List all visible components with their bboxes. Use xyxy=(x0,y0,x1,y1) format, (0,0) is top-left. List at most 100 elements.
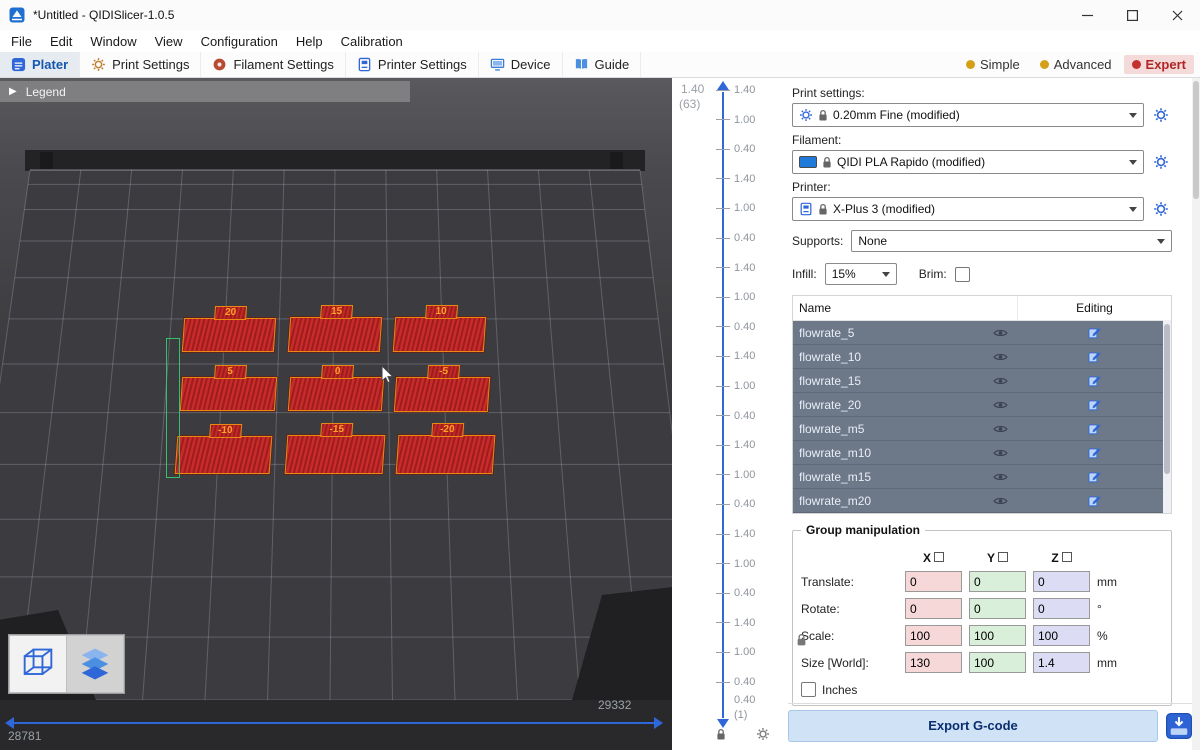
mode-label: Simple xyxy=(980,57,1020,72)
tab-guide[interactable]: Guide xyxy=(563,52,642,77)
manip-translate-x-input[interactable] xyxy=(905,571,962,592)
layer-tick: 1.00 xyxy=(716,470,755,480)
sidebar-scrollbar[interactable] xyxy=(1192,78,1200,750)
minimize-button[interactable] xyxy=(1065,0,1110,30)
maximize-button[interactable] xyxy=(1110,0,1155,30)
print-object[interactable]: 15 xyxy=(288,317,382,352)
legend-label: Legend xyxy=(26,85,66,99)
edit-icon[interactable] xyxy=(1017,350,1171,363)
object-row[interactable]: flowrate_10 xyxy=(793,345,1171,369)
slider-right-arrow-icon[interactable] xyxy=(654,717,663,729)
view-3d-button[interactable] xyxy=(10,636,66,692)
print-object[interactable]: -5 xyxy=(394,377,490,412)
eye-icon[interactable] xyxy=(983,352,1017,362)
slider-left-arrow-icon[interactable] xyxy=(5,717,14,729)
legend-bar[interactable]: ▶ Legend xyxy=(0,81,410,102)
menu-item-file[interactable]: File xyxy=(2,34,41,49)
mode-expert[interactable]: Expert xyxy=(1124,55,1194,74)
manip-rotate-y-input[interactable] xyxy=(969,598,1026,619)
print-object[interactable]: 20 xyxy=(182,318,276,352)
manip-rotate-z-input[interactable] xyxy=(1033,598,1090,619)
axis-z-header: Z xyxy=(1033,551,1090,565)
layer-slider-down-arrow-icon[interactable] xyxy=(717,719,729,728)
manip-rotate-x-input[interactable] xyxy=(905,598,962,619)
print-object[interactable]: -15 xyxy=(285,435,386,474)
tab-print-settings[interactable]: Print Settings xyxy=(80,52,201,77)
layers-view-button[interactable] xyxy=(67,636,123,692)
infill-combo[interactable]: 15% xyxy=(825,263,897,285)
edit-icon[interactable] xyxy=(1017,470,1171,483)
printer-gear-button[interactable] xyxy=(1150,201,1172,217)
print-object[interactable]: 0 xyxy=(288,377,384,411)
object-row[interactable]: flowrate_m15 xyxy=(793,465,1171,489)
object-row[interactable]: flowrate_m5 xyxy=(793,417,1171,441)
object-row[interactable]: flowrate_20 xyxy=(793,393,1171,417)
slider-settings-gear-icon[interactable] xyxy=(756,727,770,741)
export-gcode-button[interactable]: Export G-code xyxy=(788,710,1158,742)
filament-gear-button[interactable] xyxy=(1150,154,1172,170)
object-label: 10 xyxy=(425,305,458,319)
menu-item-calibration[interactable]: Calibration xyxy=(332,34,412,49)
tab-printer-settings[interactable]: Printer Settings xyxy=(346,52,479,77)
manip-scale-z-input[interactable] xyxy=(1033,625,1090,646)
manip-size-world-y-input[interactable] xyxy=(969,652,1026,673)
object-list: Name Editing flowrate_5 flowrate_10 flow… xyxy=(792,295,1172,514)
edit-icon[interactable] xyxy=(1017,326,1171,339)
menu-item-configuration[interactable]: Configuration xyxy=(192,34,287,49)
manip-scale-x-input[interactable] xyxy=(905,625,962,646)
object-row[interactable]: flowrate_m20 xyxy=(793,489,1171,513)
edit-icon[interactable] xyxy=(1017,446,1171,459)
viewport-3d[interactable]: 20151050-5-10-15-20 ▶ Legend 29332 28781 xyxy=(0,78,672,750)
tab-device[interactable]: Device xyxy=(479,52,563,77)
axis-x-icon xyxy=(934,552,944,562)
print-object[interactable]: -20 xyxy=(396,435,496,474)
edit-icon[interactable] xyxy=(1017,494,1171,507)
print-settings-gear-button[interactable] xyxy=(1150,107,1172,123)
filament-combo[interactable]: QIDI PLA Rapido (modified) xyxy=(792,150,1144,174)
tab-plater[interactable]: Plater xyxy=(0,52,80,77)
manip-scale-y-input[interactable] xyxy=(969,625,1026,646)
eye-icon[interactable] xyxy=(983,448,1017,458)
eye-icon[interactable] xyxy=(983,328,1017,338)
brim-checkbox[interactable] xyxy=(955,267,970,282)
menu-item-edit[interactable]: Edit xyxy=(41,34,81,49)
supports-combo[interactable]: None xyxy=(851,230,1172,252)
menu-item-view[interactable]: View xyxy=(146,34,192,49)
manip-unit-translate: mm xyxy=(1097,575,1123,589)
printer-combo[interactable]: X-Plus 3 (modified) xyxy=(792,197,1144,221)
slider-lock-icon[interactable] xyxy=(716,728,726,741)
horizontal-slider[interactable] xyxy=(14,722,654,724)
send-to-printer-button[interactable] xyxy=(1166,713,1192,739)
object-list-scrollbar[interactable] xyxy=(1163,320,1171,513)
menu-item-help[interactable]: Help xyxy=(287,34,332,49)
manip-translate-z-input[interactable] xyxy=(1033,571,1090,592)
edit-icon[interactable] xyxy=(1017,422,1171,435)
object-row[interactable]: flowrate_5 xyxy=(793,321,1171,345)
eye-icon[interactable] xyxy=(983,376,1017,386)
object-row[interactable]: flowrate_m10 xyxy=(793,441,1171,465)
print-object[interactable]: 10 xyxy=(393,317,486,352)
edit-icon[interactable] xyxy=(1017,374,1171,387)
object-row[interactable]: flowrate_15 xyxy=(793,369,1171,393)
eye-icon[interactable] xyxy=(983,424,1017,434)
close-button[interactable] xyxy=(1155,0,1200,30)
mode-simple[interactable]: Simple xyxy=(958,55,1028,74)
manip-size-world-x-input[interactable] xyxy=(905,652,962,673)
edit-icon[interactable] xyxy=(1017,398,1171,411)
eye-icon[interactable] xyxy=(983,472,1017,482)
mode-advanced[interactable]: Advanced xyxy=(1032,55,1120,74)
layer-slider[interactable]: 1.40 (63) 1.401.000.401.401.000.401.401.… xyxy=(672,78,784,750)
eye-icon[interactable] xyxy=(983,400,1017,410)
column-name: Name xyxy=(793,301,983,315)
uniform-scale-lock-icon[interactable] xyxy=(796,633,807,647)
manip-size-world-z-input[interactable] xyxy=(1033,652,1090,673)
print-settings-combo[interactable]: 0.20mm Fine (modified) xyxy=(792,103,1144,127)
eye-icon[interactable] xyxy=(983,496,1017,506)
tab-filament-settings[interactable]: Filament Settings xyxy=(201,52,345,77)
print-settings-gear-icon xyxy=(91,57,106,72)
manip-translate-y-input[interactable] xyxy=(969,571,1026,592)
menu-item-window[interactable]: Window xyxy=(81,34,145,49)
print-object[interactable]: -10 xyxy=(175,436,273,474)
print-object[interactable]: 5 xyxy=(180,377,277,411)
inches-checkbox[interactable] xyxy=(801,682,816,697)
